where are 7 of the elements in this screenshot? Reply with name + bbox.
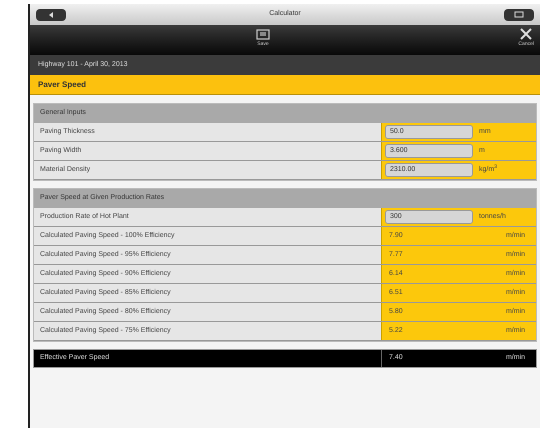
page-title-bar: Paver Speed xyxy=(30,75,540,95)
left-arrow-icon xyxy=(47,10,55,18)
save-icon xyxy=(256,28,270,40)
back-button[interactable] xyxy=(36,8,66,20)
window-button[interactable] xyxy=(504,8,534,20)
close-icon xyxy=(519,28,534,40)
window-icon xyxy=(514,11,524,18)
